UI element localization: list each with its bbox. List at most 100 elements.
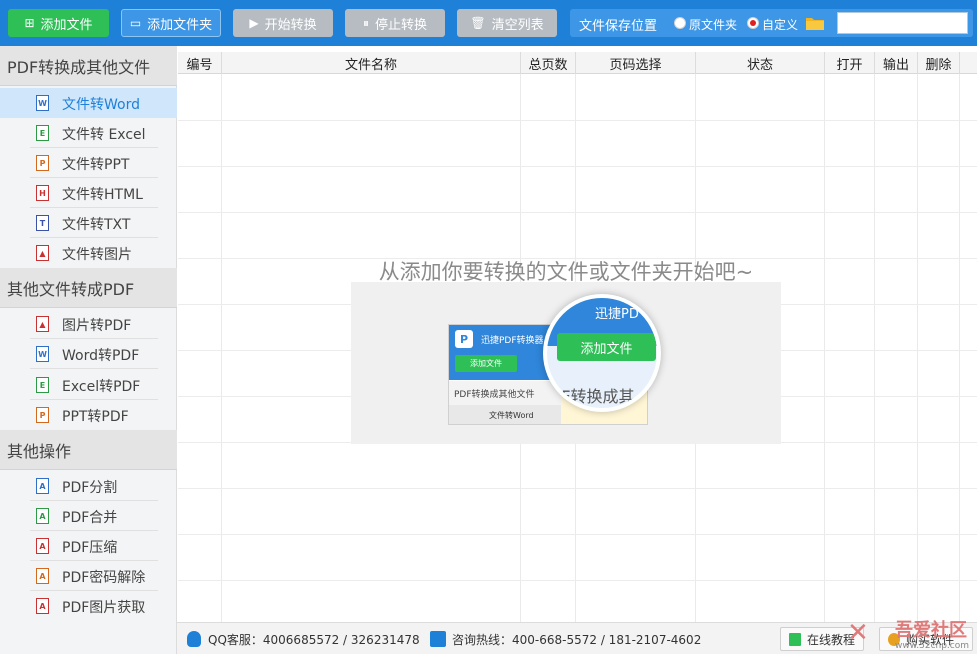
column-divider [221,74,222,622]
sidebar-item-excel-to-pdf[interactable]: E Excel转PDF [0,370,177,400]
sidebar-item-word-to-pdf[interactable]: W Word转PDF [0,339,177,369]
lens-title: 迅捷PD [595,307,639,322]
column-header-pages[interactable]: 总页数 [521,52,576,74]
sidebar-item-pdf-split[interactable]: A PDF分割 [0,471,177,501]
section-pdf-to-other: PDF转换成其他文件 [0,46,177,86]
section-other-to-pdf: 其他文件转成PDF [0,268,177,308]
sidebar-item-label: PDF密码解除 [62,570,146,586]
pdf-file-icon: A [36,508,49,524]
sidebar-item-file-to-html[interactable]: H 文件转HTML [0,178,177,208]
trash-icon: 🗑 [470,16,486,30]
app-logo-icon: P [455,330,473,348]
clear-list-label: 清空列表 [491,17,544,33]
phone-icon [430,631,446,647]
radio-custom-label[interactable]: 自定义 [762,16,798,33]
html-file-icon: H [36,185,49,201]
ppt-file-icon: P [36,407,49,423]
sidebar: PDF转换成其他文件 W 文件转Word E 文件转 Excel P 文件转PP… [0,46,177,654]
qq-icon [187,631,201,647]
row-divider [178,534,977,535]
save-path-input[interactable] [837,12,968,34]
add-folder-button[interactable]: ▭ 添加文件夹 [121,9,221,37]
sidebar-item-file-to-ppt[interactable]: P 文件转PPT [0,148,177,178]
empty-state-message: 从添加你要转换的文件或文件夹开始吧~ [378,260,754,284]
pdf-file-icon: A [36,598,49,614]
radio-custom[interactable] [747,17,759,29]
clear-list-button[interactable]: 🗑 清空列表 [457,9,557,37]
sidebar-item-label: PPT转PDF [62,409,129,425]
folder-icon: ▭ [129,16,142,30]
column-divider [824,74,825,622]
watermark-text: 吾爱社区 [895,620,967,641]
section-other-ops: 其他操作 [0,430,177,470]
add-folder-label: 添加文件夹 [147,17,213,33]
row-divider [178,120,977,121]
add-file-button[interactable]: ⊞ 添加文件 [8,9,109,37]
row-divider [178,212,977,213]
txt-file-icon: T [36,215,49,231]
row-divider [178,580,977,581]
sidebar-item-label: PDF压缩 [62,540,118,556]
start-convert-button[interactable]: ▶ 开始转换 [233,9,333,37]
sidebar-item-label: Excel转PDF [62,379,141,395]
sidebar-item-pdf-extract-images[interactable]: A PDF图片获取 [0,591,177,621]
sidebar-item-label: 图片转PDF [62,318,132,334]
folder-icon[interactable] [806,16,824,30]
column-header-output[interactable]: 输出 [875,52,918,74]
sidebar-item-label: PDF合并 [62,510,118,526]
sidebar-item-label: 文件转TXT [62,217,131,233]
sidebar-item-file-to-txt[interactable]: T 文件转TXT [0,208,177,238]
lens-section-text: DF转换成其 [549,387,635,406]
empty-state-illustration: P 迅捷PDF转换器 添加文件 PDF转换成其他文件 文件转Word 迅捷PD … [351,282,781,444]
column-header-open[interactable]: 打开 [825,52,875,74]
demo-app-title: 迅捷PDF转换器 [481,336,544,346]
toolbar: ⊞ 添加文件 ▭ 添加文件夹 ▶ 开始转换 ⏸ 停止转换 🗑 清空列表 文件保存… [0,0,977,46]
column-divider [959,74,960,622]
stop-convert-label: 停止转换 [375,17,428,33]
sidebar-item-image-to-pdf[interactable]: ▲ 图片转PDF [0,309,177,339]
start-convert-label: 开始转换 [264,17,317,33]
qq-support-text: QQ客服：4006685572 / 326231478 [208,633,420,647]
word-file-icon: W [36,346,49,362]
play-icon: ▶ [249,16,259,30]
sidebar-item-pdf-merge[interactable]: A PDF合并 [0,501,177,531]
excel-file-icon: E [36,377,49,393]
column-header-page-range[interactable]: 页码选择 [576,52,696,74]
stop-convert-button[interactable]: ⏸ 停止转换 [345,9,445,37]
pdf-file-icon: A [36,568,49,584]
divider [30,368,158,369]
table-header: 编号 文件名称 总页数 页码选择 状态 打开 输出 删除 [178,52,977,74]
hotline-text: 咨询热线：400-668-5572 / 181-2107-4602 [452,633,702,647]
word-file-icon: W [36,95,49,111]
ppt-file-icon: P [36,155,49,171]
column-header-status[interactable]: 状态 [696,52,825,74]
radio-original-folder[interactable] [674,17,686,29]
sidebar-item-file-to-image[interactable]: ▲ 文件转图片 [0,238,177,268]
image-file-icon: ▲ [36,245,49,261]
sidebar-item-pdf-compress[interactable]: A PDF压缩 [0,531,177,561]
pause-icon: ⏸ [362,15,369,30]
pdf-file-icon: A [36,478,49,494]
sidebar-item-label: 文件转 Excel [62,127,146,143]
sidebar-item-label: 文件转HTML [62,187,143,203]
add-file-icon: ⊞ [24,16,35,30]
column-header-delete[interactable]: 删除 [918,52,960,74]
column-divider [874,74,875,622]
row-divider [178,166,977,167]
watermark-url: www.52cnp.com [895,641,970,651]
column-header-number[interactable]: 编号 [178,52,222,74]
book-icon [789,633,801,646]
sidebar-item-label: 文件转Word [62,97,140,113]
demo-add-file-button: 添加文件 [455,355,517,372]
column-header-filename[interactable]: 文件名称 [222,52,521,74]
sidebar-item-label: Word转PDF [62,348,140,364]
radio-original-folder-label[interactable]: 原文件夹 [689,16,737,33]
sidebar-item-ppt-to-pdf[interactable]: P PPT转PDF [0,400,177,430]
sidebar-item-file-to-excel[interactable]: E 文件转 Excel [0,118,177,148]
sidebar-item-file-to-word[interactable]: W 文件转Word [0,88,177,118]
watermark: ✕ 吾爱社区 www.52cnp.com [847,614,975,654]
sidebar-item-pdf-unlock[interactable]: A PDF密码解除 [0,561,177,591]
column-divider [917,74,918,622]
excel-file-icon: E [36,125,49,141]
image-file-icon: ▲ [36,316,49,332]
